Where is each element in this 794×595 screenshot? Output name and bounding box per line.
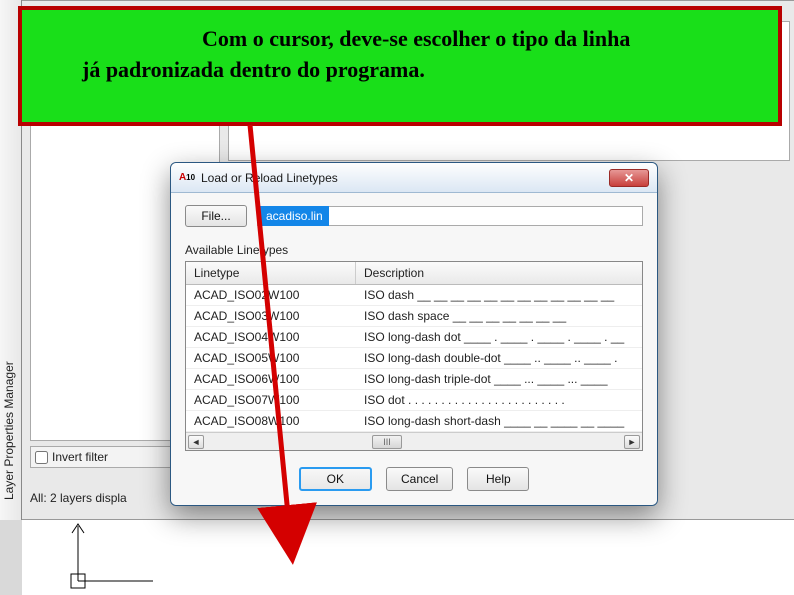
linetype-name: ACAD_ISO04W100 [186,327,356,347]
linetype-row[interactable]: ACAD_ISO06W100ISO long-dash triple-dot _… [186,369,642,390]
filename-field[interactable]: acadiso.lin [260,206,329,226]
linetype-row[interactable]: ACAD_ISO04W100ISO long-dash dot ____ . _… [186,327,642,348]
file-button[interactable]: File... [185,205,247,227]
linetype-row[interactable]: ACAD_ISO02W100ISO dash __ __ __ __ __ __… [186,285,642,306]
linetype-name: ACAD_ISO06W100 [186,369,356,389]
autocad-app-icon: A10 [179,170,195,186]
linetype-description: ISO long-dash double-dot ____ .. ____ ..… [356,348,642,368]
close-icon: ✕ [624,171,634,185]
dialog-button-row: OK Cancel Help [185,467,643,491]
linetype-row[interactable]: ACAD_ISO07W100ISO dot . . . . . . . . . … [186,390,642,411]
lpm-title: Layer Properties Manager [2,361,16,500]
header-linetype[interactable]: Linetype [186,262,356,284]
help-button[interactable]: Help [467,467,529,491]
linetype-description: ISO dash __ __ __ __ __ __ __ __ __ __ _… [356,285,642,305]
linetype-description: ISO dot . . . . . . . . . . . . . . . . … [356,390,642,410]
instruction-banner: Com o cursor, deve-se escolher o tipo da… [18,6,782,126]
ucs-icon [68,521,158,591]
filename-field-wrap[interactable]: acadiso.lin [257,206,643,226]
linetype-name: ACAD_ISO08W100 [186,411,356,431]
available-linetypes-label: Available Linetypes [185,243,643,257]
linetype-description: ISO long-dash short-dash ____ __ ____ __… [356,411,642,431]
header-description[interactable]: Description [356,262,642,284]
linetype-row[interactable]: ACAD_ISO05W100ISO long-dash double-dot _… [186,348,642,369]
dialog-body: File... acadiso.lin Available Linetypes … [171,193,657,505]
linetype-description: ISO dash space __ __ __ __ __ __ __ [356,306,642,326]
ok-button[interactable]: OK [299,467,372,491]
drawing-canvas[interactable] [22,520,794,595]
linetype-name: ACAD_ISO07W100 [186,390,356,410]
banner-line1: Com o cursor, deve-se escolher o tipo da… [82,26,630,51]
linetype-list: Linetype Description ACAD_ISO02W100ISO d… [185,261,643,451]
invert-filter-label: Invert filter [52,450,108,464]
linetype-description: ISO long-dash triple-dot ____ ... ____ .… [356,369,642,389]
file-row: File... acadiso.lin [185,205,643,227]
linetype-row[interactable]: ACAD_ISO08W100ISO long-dash short-dash _… [186,411,642,432]
scroll-left-icon[interactable]: ◄ [188,435,204,449]
scroll-thumb[interactable]: III [372,435,402,449]
banner-line2: já padronizada dentro do programa. [82,57,425,82]
status-text: All: 2 layers displa [30,491,127,505]
cancel-button[interactable]: Cancel [386,467,453,491]
linetype-list-header: Linetype Description [186,262,642,285]
linetype-name: ACAD_ISO03W100 [186,306,356,326]
close-button[interactable]: ✕ [609,169,649,187]
linetype-name: ACAD_ISO02W100 [186,285,356,305]
scroll-right-icon[interactable]: ► [624,435,640,449]
invert-filter-checkbox[interactable] [35,451,48,464]
horizontal-scrollbar[interactable]: ◄ III ► [186,432,642,450]
scroll-track[interactable]: III [204,435,624,449]
load-linetypes-dialog: A10 Load or Reload Linetypes ✕ File... a… [170,162,658,506]
dialog-titlebar[interactable]: A10 Load or Reload Linetypes ✕ [171,163,657,193]
linetype-description: ISO long-dash dot ____ . ____ . ____ . _… [356,327,642,347]
linetype-rows: ACAD_ISO02W100ISO dash __ __ __ __ __ __… [186,285,642,432]
dialog-title: Load or Reload Linetypes [201,171,609,185]
linetype-name: ACAD_ISO05W100 [186,348,356,368]
linetype-row[interactable]: ACAD_ISO03W100ISO dash space __ __ __ __… [186,306,642,327]
